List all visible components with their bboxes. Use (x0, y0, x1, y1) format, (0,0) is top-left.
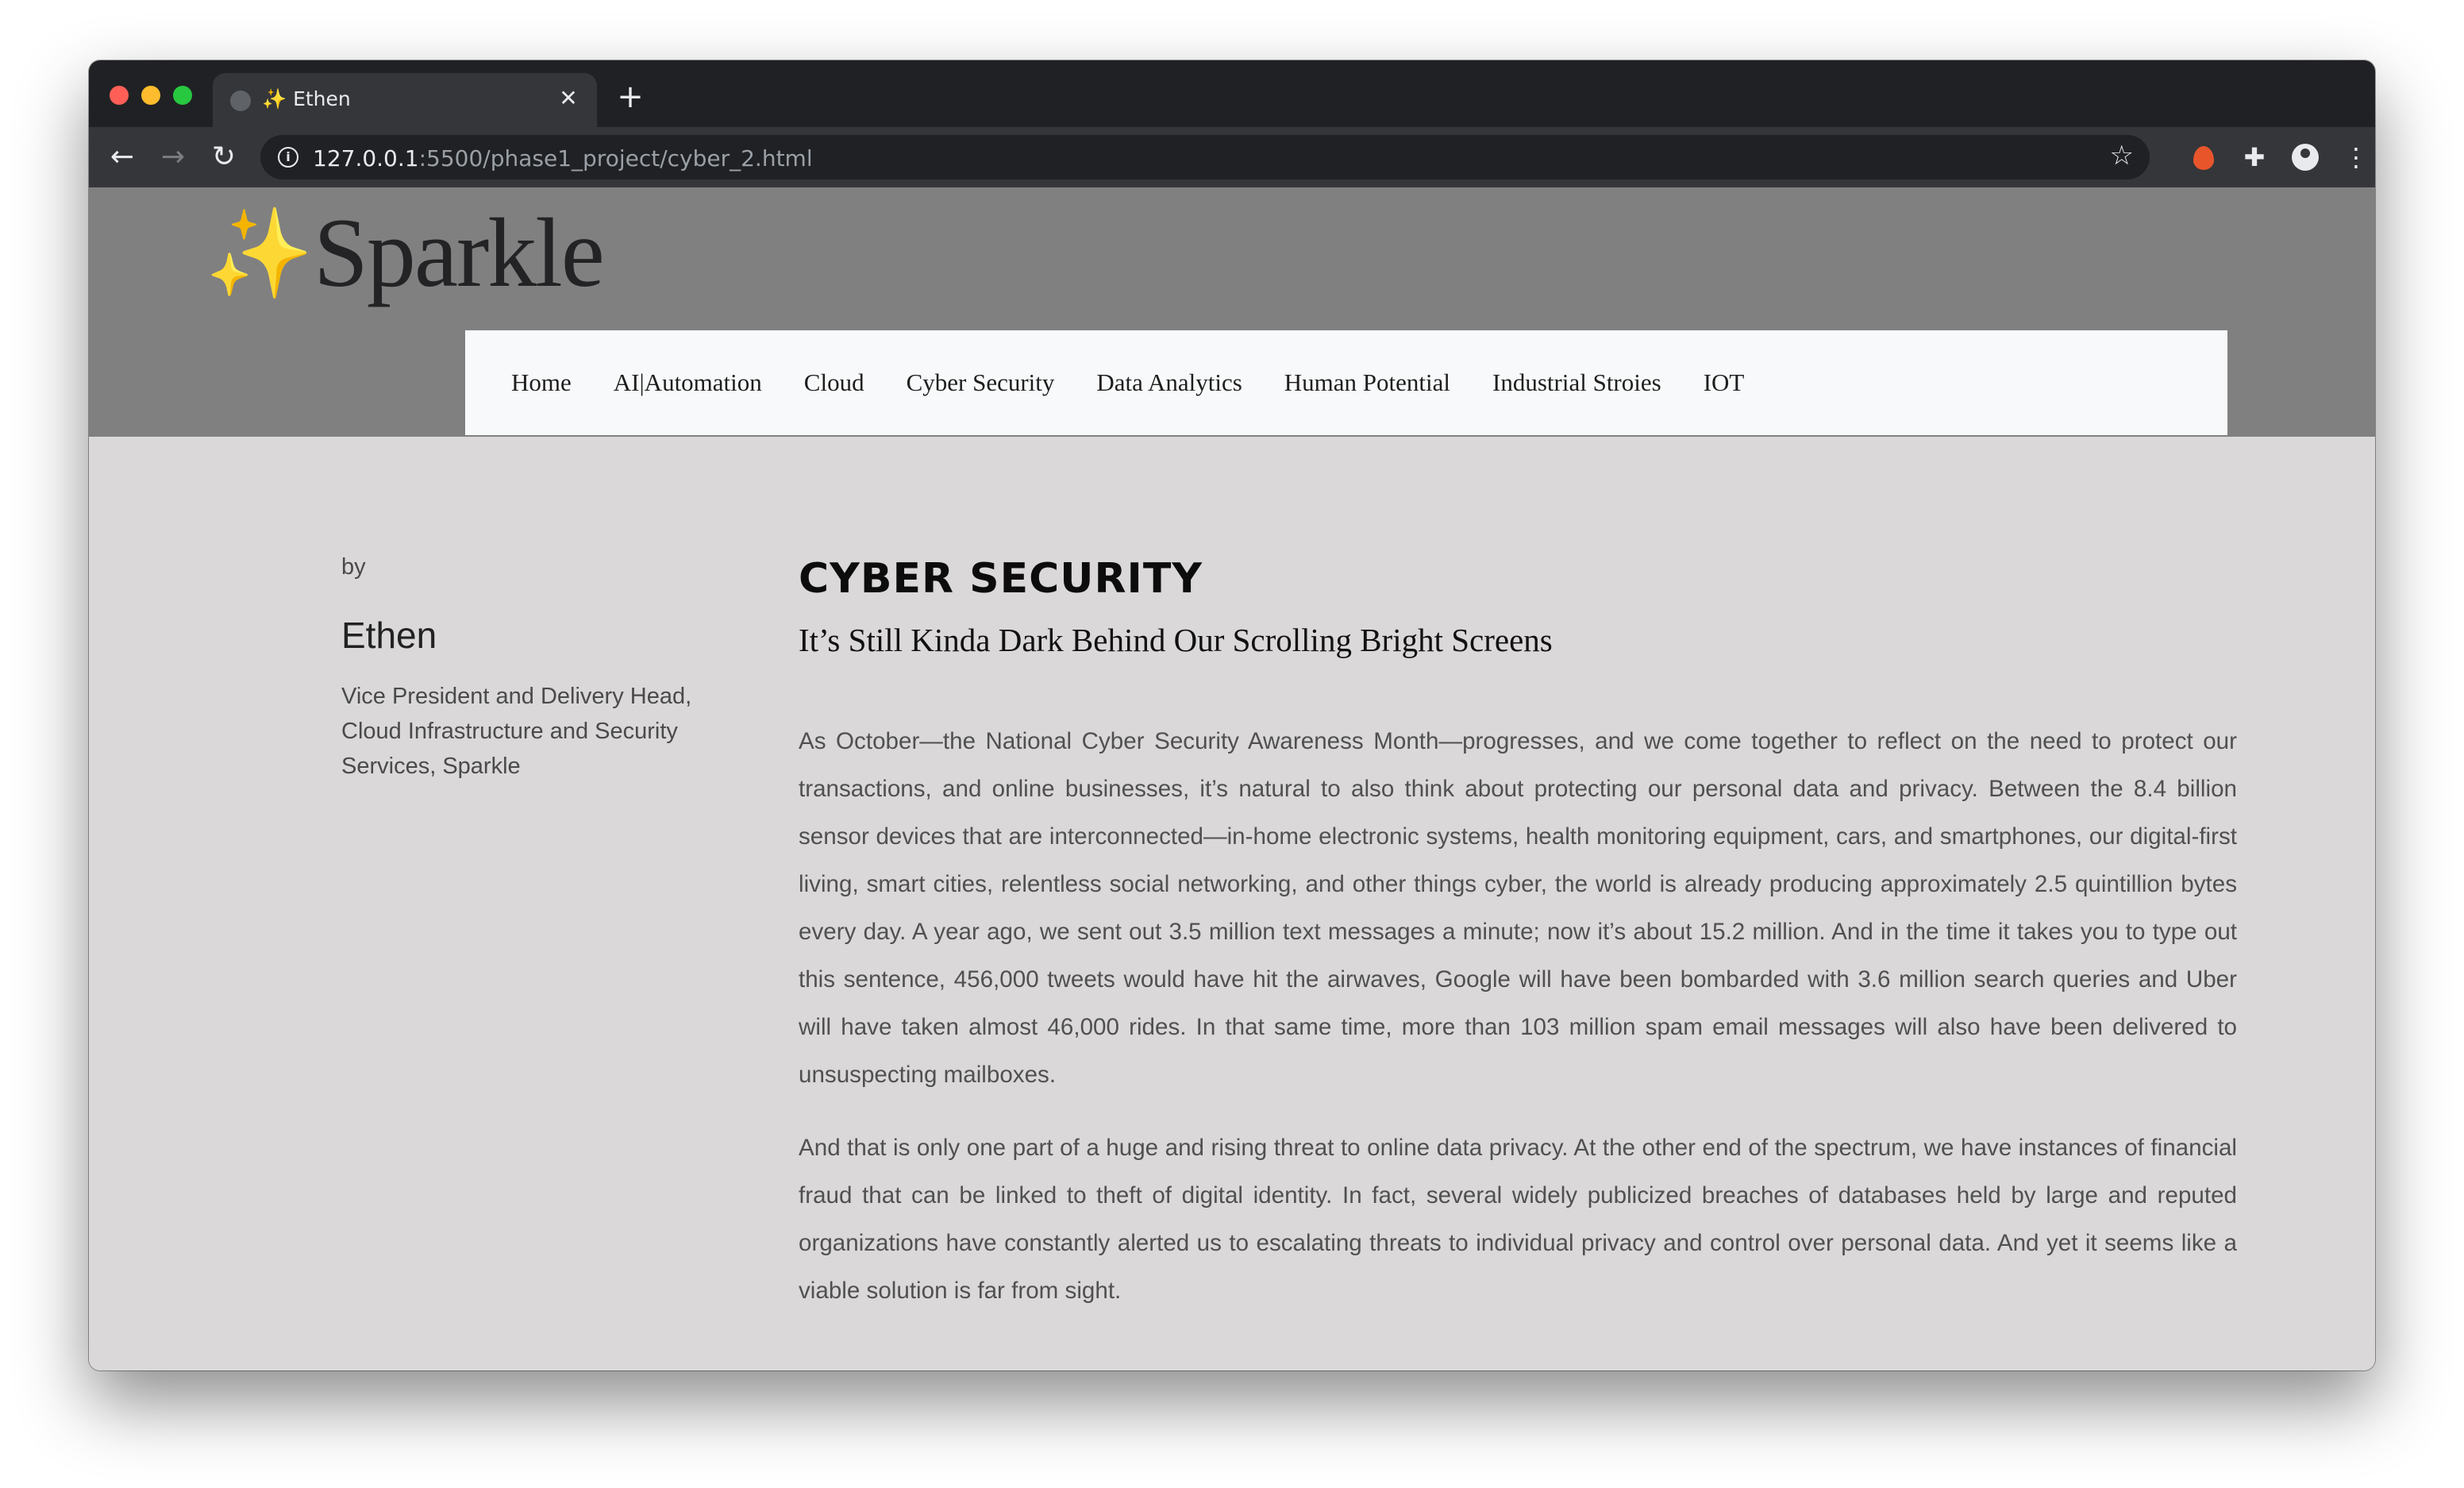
kebab-menu-icon[interactable]: ⋮ (2340, 138, 2372, 176)
sparkles-icon: ✨ (205, 202, 314, 304)
article-paragraph: As October—the National Cyber Security A… (799, 728, 2237, 1088)
web-page: ✨Sparkle Home AI|Automation Cloud Cyber … (89, 187, 2375, 1370)
browser-toolbar: ← → ↻ i 127.0.0.1:5500/phase1_project/cy… (89, 127, 2375, 187)
info-icon[interactable]: i (278, 147, 298, 168)
author-name: Ethen (341, 615, 437, 656)
nav-item-industrial-stories[interactable]: Industrial Stroies (1492, 368, 1661, 397)
minimize-window-button[interactable] (141, 86, 160, 105)
logo-text: Sparkle (313, 199, 605, 307)
maximize-window-button[interactable] (173, 86, 192, 105)
url-path: :5500/phase1_project/cyber_2.html (418, 145, 813, 172)
back-arrow-icon[interactable]: ← (102, 137, 143, 178)
author-by-label: by (341, 554, 366, 580)
main-nav: Home AI|Automation Cloud Cyber Security … (465, 330, 2227, 435)
url-text[interactable]: 127.0.0.1:5500/phase1_project/cyber_2.ht… (313, 145, 813, 172)
article-subtitle: It’s Still Kinda Dark Behind Our Scrolli… (799, 622, 1553, 658)
browser-window: ✨ Ethen ✕ + ← → ↻ i 127.0.0.1:5500/phase… (89, 60, 2375, 1370)
nav-item-home[interactable]: Home (511, 368, 572, 397)
new-tab-button[interactable]: + (614, 81, 646, 114)
nav-item-cloud[interactable]: Cloud (804, 368, 864, 397)
nav-item-cyber-security[interactable]: Cyber Security (907, 368, 1055, 397)
forward-arrow-icon[interactable]: → (152, 137, 194, 178)
nav-item-ai-automation[interactable]: AI|Automation (614, 368, 762, 397)
extension-fire-icon[interactable] (2185, 138, 2223, 176)
nav-item-human-potential[interactable]: Human Potential (1284, 368, 1450, 397)
author-role: Vice President and Delivery Head, Cloud … (341, 684, 692, 779)
reload-icon[interactable]: ↻ (203, 137, 244, 178)
address-bar[interactable]: i 127.0.0.1:5500/phase1_project/cyber_2.… (260, 135, 2150, 179)
nav-list: Home AI|Automation Cloud Cyber Security … (511, 330, 1744, 435)
globe-icon (230, 91, 251, 111)
account-icon[interactable] (2286, 138, 2324, 176)
nav-item-iot[interactable]: IOT (1704, 368, 1745, 397)
close-window-button[interactable] (110, 86, 129, 105)
article-body: As October—the National Cyber Security A… (799, 718, 2237, 1315)
tab-title: ✨ Ethen (262, 87, 351, 110)
url-host: 127.0.0.1 (313, 145, 419, 172)
nav-item-data-analytics[interactable]: Data Analytics (1096, 368, 1242, 397)
article-paragraph: And that is only one part of a huge and … (799, 1135, 2237, 1304)
author-sidebar: by Ethen Vice President and Delivery Hea… (341, 554, 722, 784)
tab-bar: ✨ Ethen ✕ + (89, 60, 2375, 127)
extensions-puzzle-icon[interactable]: ✚ (2235, 138, 2273, 176)
close-tab-icon[interactable]: ✕ (554, 84, 583, 113)
article: CYBER SECURITY It’s Still Kinda Dark Beh… (799, 551, 2237, 1340)
site-header: ✨Sparkle Home AI|Automation Cloud Cyber … (89, 187, 2375, 437)
browser-tab[interactable]: ✨ Ethen ✕ (213, 73, 597, 127)
article-title: CYBER SECURITY (799, 555, 1203, 603)
bookmark-star-icon[interactable]: ☆ (2110, 140, 2134, 172)
site-logo[interactable]: ✨Sparkle (205, 199, 605, 307)
